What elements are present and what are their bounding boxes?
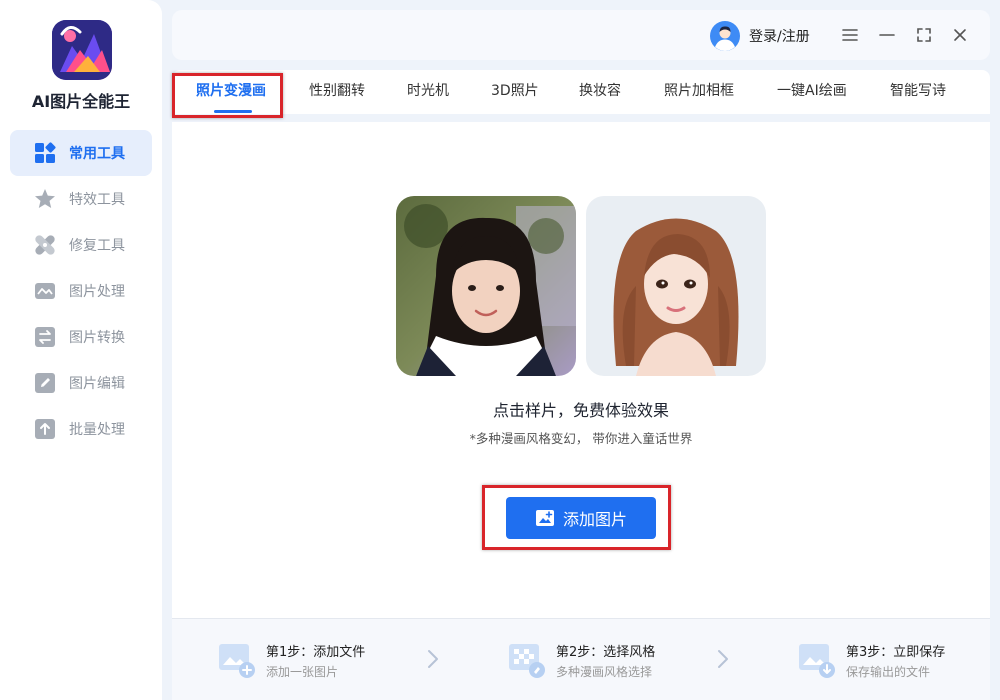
sidebar-item-repair-tools[interactable]: 修复工具: [10, 222, 152, 268]
add-button-highlight-box: [482, 485, 671, 550]
image-icon: [35, 283, 55, 299]
feature-tabs: 照片变漫画 性别翻转 时光机 3D照片 换妆容 照片加相框 一键AI绘画 智能写…: [172, 70, 990, 114]
select-style-step-icon: [509, 644, 545, 678]
sidebar-item-effect-tools[interactable]: 特效工具: [10, 176, 152, 222]
step-desc: 添加一张图片: [266, 665, 339, 679]
close-icon[interactable]: [950, 25, 970, 45]
tab-gender-swap[interactable]: 性别翻转: [309, 70, 365, 114]
sample-photo-comic[interactable]: [586, 196, 766, 376]
sample-subtitle: *多种漫画风格变幻， 带你进入童话世界: [469, 431, 693, 446]
title-bar: 登录/注册: [172, 10, 990, 60]
tab-time-machine[interactable]: 时光机: [407, 70, 449, 114]
sidebar-item-batch-processing[interactable]: 批量处理: [10, 406, 152, 452]
menu-icon[interactable]: [840, 25, 860, 45]
sidebar-item-label: 图片转换: [69, 330, 125, 346]
step-desc: 保存输出的文件: [846, 665, 931, 679]
step-title: 第1步：添加文件: [266, 645, 366, 660]
sample-title: 点击样片，免费体验效果: [492, 401, 669, 420]
sidebar-item-label: 特效工具: [69, 192, 125, 208]
app-name: AI图片全能王: [31, 92, 131, 111]
tab-highlight-box: [172, 73, 283, 118]
save-step-icon: [799, 644, 835, 678]
sidebar-item-label: 常用工具: [69, 146, 125, 162]
sidebar-item-image-edit[interactable]: 图片编辑: [10, 360, 152, 406]
steps-bar: 第1步：添加文件 添加一张图片 第2步：选择风格 多种漫画风格选择 第3步：立即…: [172, 618, 990, 700]
upload-icon: [35, 419, 55, 439]
sidebar-nav: 常用工具 特效工具 修复工具 图片处理 图片转换 图片编辑 批量处理: [10, 130, 152, 452]
add-file-step-icon: [219, 644, 255, 678]
app-logo: [52, 20, 112, 80]
login-register-link[interactable]: 登录/注册: [749, 26, 810, 46]
star-icon: [35, 189, 55, 208]
step-title: 第2步：选择风格: [556, 645, 656, 660]
sidebar-item-common-tools[interactable]: 常用工具: [10, 130, 152, 176]
edit-icon: [35, 373, 55, 393]
minimize-icon[interactable]: [877, 25, 897, 45]
tab-ai-painting[interactable]: 一键AI绘画: [777, 70, 847, 114]
step-desc: 多种漫画风格选择: [556, 665, 653, 679]
chevron-right-icon: [428, 650, 438, 668]
sidebar-item-label: 图片处理: [69, 284, 125, 300]
bandage-icon: [35, 235, 55, 255]
user-avatar-icon[interactable]: [710, 21, 740, 51]
tab-smart-poetry[interactable]: 智能写诗: [890, 70, 946, 114]
chevron-right-icon: [718, 650, 728, 668]
sample-photo-image: [396, 196, 576, 376]
sidebar: AI图片全能王 常用工具 特效工具 修复工具 图片处理 图片转换 图片编辑 批量…: [0, 0, 162, 700]
sidebar-item-image-processing[interactable]: 图片处理: [10, 268, 152, 314]
tab-3d-photo[interactable]: 3D照片: [491, 70, 539, 114]
sidebar-item-image-convert[interactable]: 图片转换: [10, 314, 152, 360]
tab-makeup[interactable]: 换妆容: [579, 70, 621, 114]
convert-icon: [35, 327, 55, 347]
sample-photo-original[interactable]: [396, 196, 576, 376]
sidebar-item-label: 修复工具: [69, 238, 125, 254]
app-logo-icon: [52, 20, 112, 80]
maximize-icon[interactable]: [914, 25, 934, 45]
sample-comic-image: [586, 196, 766, 376]
sidebar-item-label: 图片编辑: [69, 376, 125, 392]
tab-photo-frame[interactable]: 照片加相框: [664, 70, 734, 114]
sidebar-item-label: 批量处理: [69, 422, 125, 438]
step-title: 第3步：立即保存: [846, 645, 946, 660]
grid-icon: [35, 142, 56, 163]
